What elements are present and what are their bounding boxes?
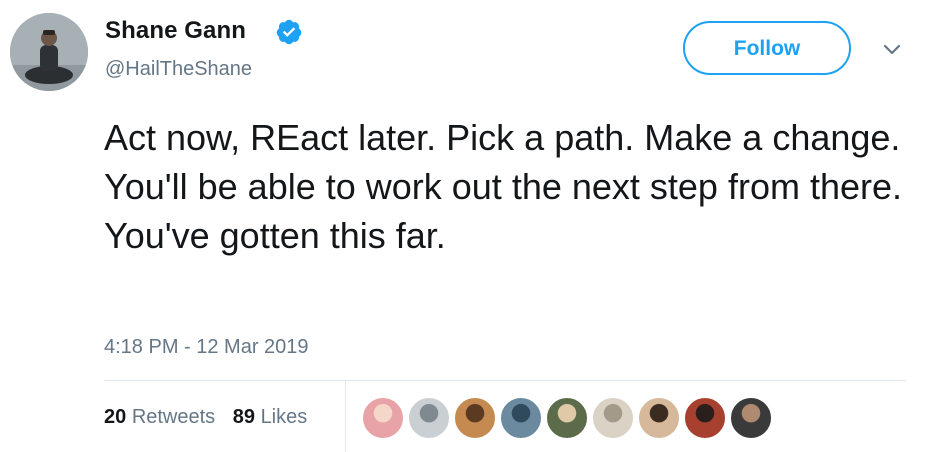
tweet-card: Shane Gann @HailTheShane Follow Act now,… [0, 0, 936, 452]
liker-avatar[interactable] [362, 397, 404, 439]
stats-vertical-divider [345, 381, 346, 452]
user-avatar[interactable] [10, 13, 88, 91]
stats-divider [104, 380, 906, 381]
retweets-stat[interactable]: 20 Retweets [104, 406, 215, 429]
tweet-stats: 20 Retweets 89 Likes [104, 406, 319, 429]
liker-avatar[interactable] [592, 397, 634, 439]
retweets-label: Retweets [131, 406, 216, 428]
liker-avatar[interactable] [500, 397, 542, 439]
liker-avatar[interactable] [408, 397, 450, 439]
liker-avatar[interactable] [638, 397, 680, 439]
retweets-count: 20 [104, 406, 127, 428]
likes-stat[interactable]: 89 Likes [233, 406, 308, 429]
tweet-timestamp[interactable]: 4:18 PM - 12 Mar 2019 [104, 336, 309, 359]
likes-label: Likes [260, 406, 308, 428]
user-handle[interactable]: @HailTheShane [105, 58, 252, 81]
chevron-down-icon[interactable] [878, 38, 906, 62]
liker-avatar[interactable] [684, 397, 726, 439]
likes-count: 89 [232, 406, 255, 428]
tweet-text: Act now, REact later. Pick a path. Make … [104, 117, 903, 256]
liker-avatar[interactable] [454, 397, 496, 439]
avatar-photo-icon [10, 13, 88, 91]
display-name[interactable]: Shane Gann [105, 17, 246, 45]
liker-avatar[interactable] [730, 397, 772, 439]
verified-badge-icon [276, 19, 302, 45]
liker-avatar[interactable] [546, 397, 588, 439]
follow-button[interactable]: Follow [683, 21, 851, 75]
